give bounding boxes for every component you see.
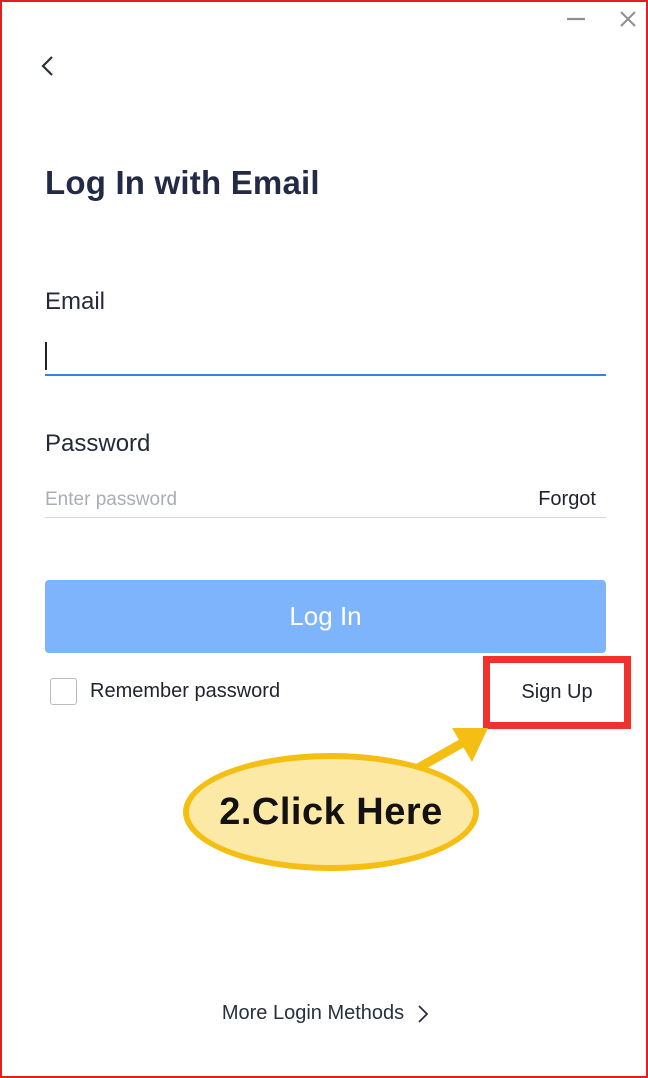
password-label: Password [45, 430, 151, 457]
more-login-methods-label: More Login Methods [221, 1002, 405, 1024]
remember-password-label: Remember password [90, 679, 281, 702]
back-button[interactable] [34, 54, 62, 82]
close-icon[interactable] [615, 6, 641, 32]
signup-link[interactable]: Sign Up [483, 656, 631, 729]
email-field[interactable] [45, 338, 606, 372]
chevron-left-icon [38, 54, 58, 83]
more-login-methods-link[interactable]: More Login Methods [2, 1002, 648, 1025]
login-button[interactable]: Log In [45, 580, 606, 653]
page-title: Log In with Email [45, 164, 320, 201]
minimize-icon[interactable] [563, 6, 589, 32]
login-window: Log In with Email Email Password Forgot … [0, 0, 648, 1078]
click-here-callout: 2.Click Here [183, 753, 479, 871]
forgot-password-link[interactable]: Forgot [538, 488, 596, 511]
text-caret [45, 342, 47, 370]
chevron-right-icon [416, 1003, 430, 1025]
password-field-wrapper: Forgot [45, 484, 606, 518]
password-field[interactable] [45, 484, 505, 516]
email-label: Email [45, 288, 106, 315]
remember-checkbox[interactable] [50, 677, 77, 705]
remember-password-toggle[interactable]: Remember password [50, 676, 280, 706]
email-field-wrapper [45, 338, 606, 376]
callout-text: 2.Click Here [219, 790, 443, 833]
